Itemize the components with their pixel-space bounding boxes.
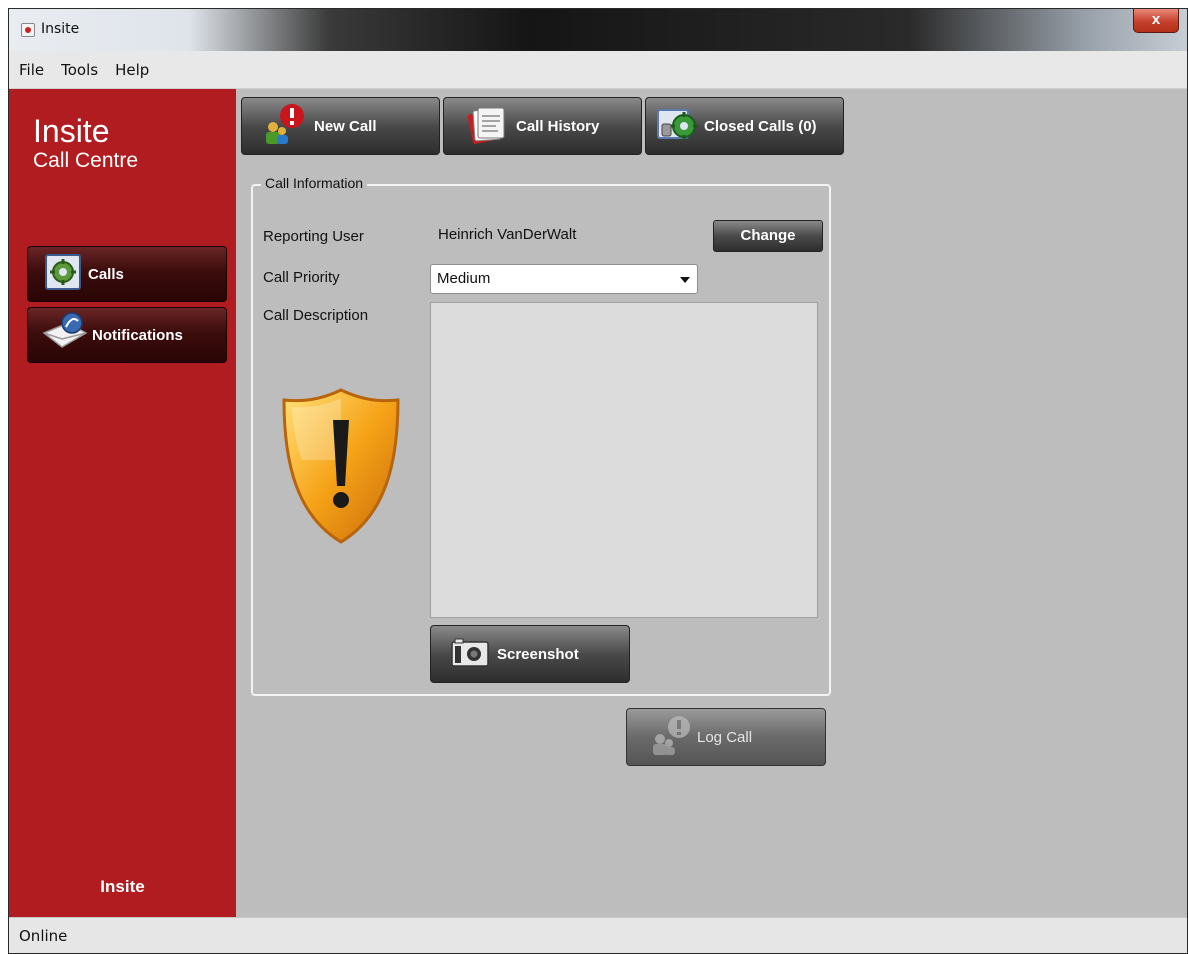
warning-shield-icon (278, 386, 404, 551)
call-history-icon (464, 102, 508, 150)
menu-file[interactable]: File (19, 61, 44, 79)
screenshot-button[interactable]: Screenshot (430, 625, 630, 683)
sidebar-item-notifications-label: Notifications (92, 326, 183, 344)
title-bar[interactable]: Insite x (9, 9, 1187, 51)
sidebar-item-notifications[interactable]: Notifications (27, 307, 227, 363)
app-icon (21, 23, 35, 37)
new-call-button[interactable]: New Call (241, 97, 440, 155)
log-call-label: Log Call (697, 728, 753, 746)
sidebar-item-calls[interactable]: Calls (27, 246, 227, 302)
new-call-icon (262, 102, 306, 150)
call-priority-value: Medium (437, 270, 491, 287)
log-call-icon (649, 713, 693, 761)
closed-calls-label: Closed Calls (0) (704, 117, 817, 135)
menu-help[interactable]: Help (115, 61, 149, 79)
log-call-button[interactable]: Log Call (626, 708, 826, 766)
screenshot-label: Screenshot (497, 645, 579, 663)
sidebar-footer: Insite (100, 877, 145, 896)
call-history-label: Call History (516, 117, 600, 135)
status-text: Online (19, 927, 68, 945)
dropdown-arrow-icon (680, 277, 690, 283)
camera-icon (451, 637, 489, 671)
closed-calls-icon (654, 102, 700, 150)
change-user-button[interactable]: Change (713, 220, 823, 252)
call-priority-label: Call Priority (263, 269, 340, 286)
brand-title: Insite (33, 113, 110, 149)
close-button[interactable]: x (1133, 9, 1179, 33)
sidebar: Insite Call Centre Calls Notifications I… (9, 89, 236, 917)
call-priority-select[interactable]: Medium (430, 264, 698, 294)
sidebar-item-calls-label: Calls (88, 265, 124, 283)
menu-bar: File Tools Help (9, 51, 1187, 89)
call-information-title: Call Information (261, 175, 368, 191)
reporting-user-value: Heinrich VanDerWalt (438, 226, 577, 243)
call-description-input[interactable] (430, 302, 818, 618)
main-content: New Call Call History Closed Calls (0) C… (236, 89, 1187, 917)
brand-subtitle: Call Centre (33, 149, 139, 172)
status-bar: Online (9, 917, 1187, 953)
call-information-group: Call Information Reporting User Heinrich… (251, 175, 831, 696)
calls-icon (42, 251, 84, 297)
app-window: Insite x File Tools Help Insite Call Cen… (8, 8, 1188, 954)
call-history-button[interactable]: Call History (443, 97, 642, 155)
call-description-label: Call Description (263, 307, 369, 324)
closed-calls-button[interactable]: Closed Calls (0) (645, 97, 844, 155)
menu-tools[interactable]: Tools (61, 61, 98, 79)
reporting-user-label: Reporting User (263, 228, 364, 245)
new-call-label: New Call (314, 117, 377, 135)
notifications-icon (42, 311, 88, 359)
window-title: Insite (41, 21, 80, 37)
